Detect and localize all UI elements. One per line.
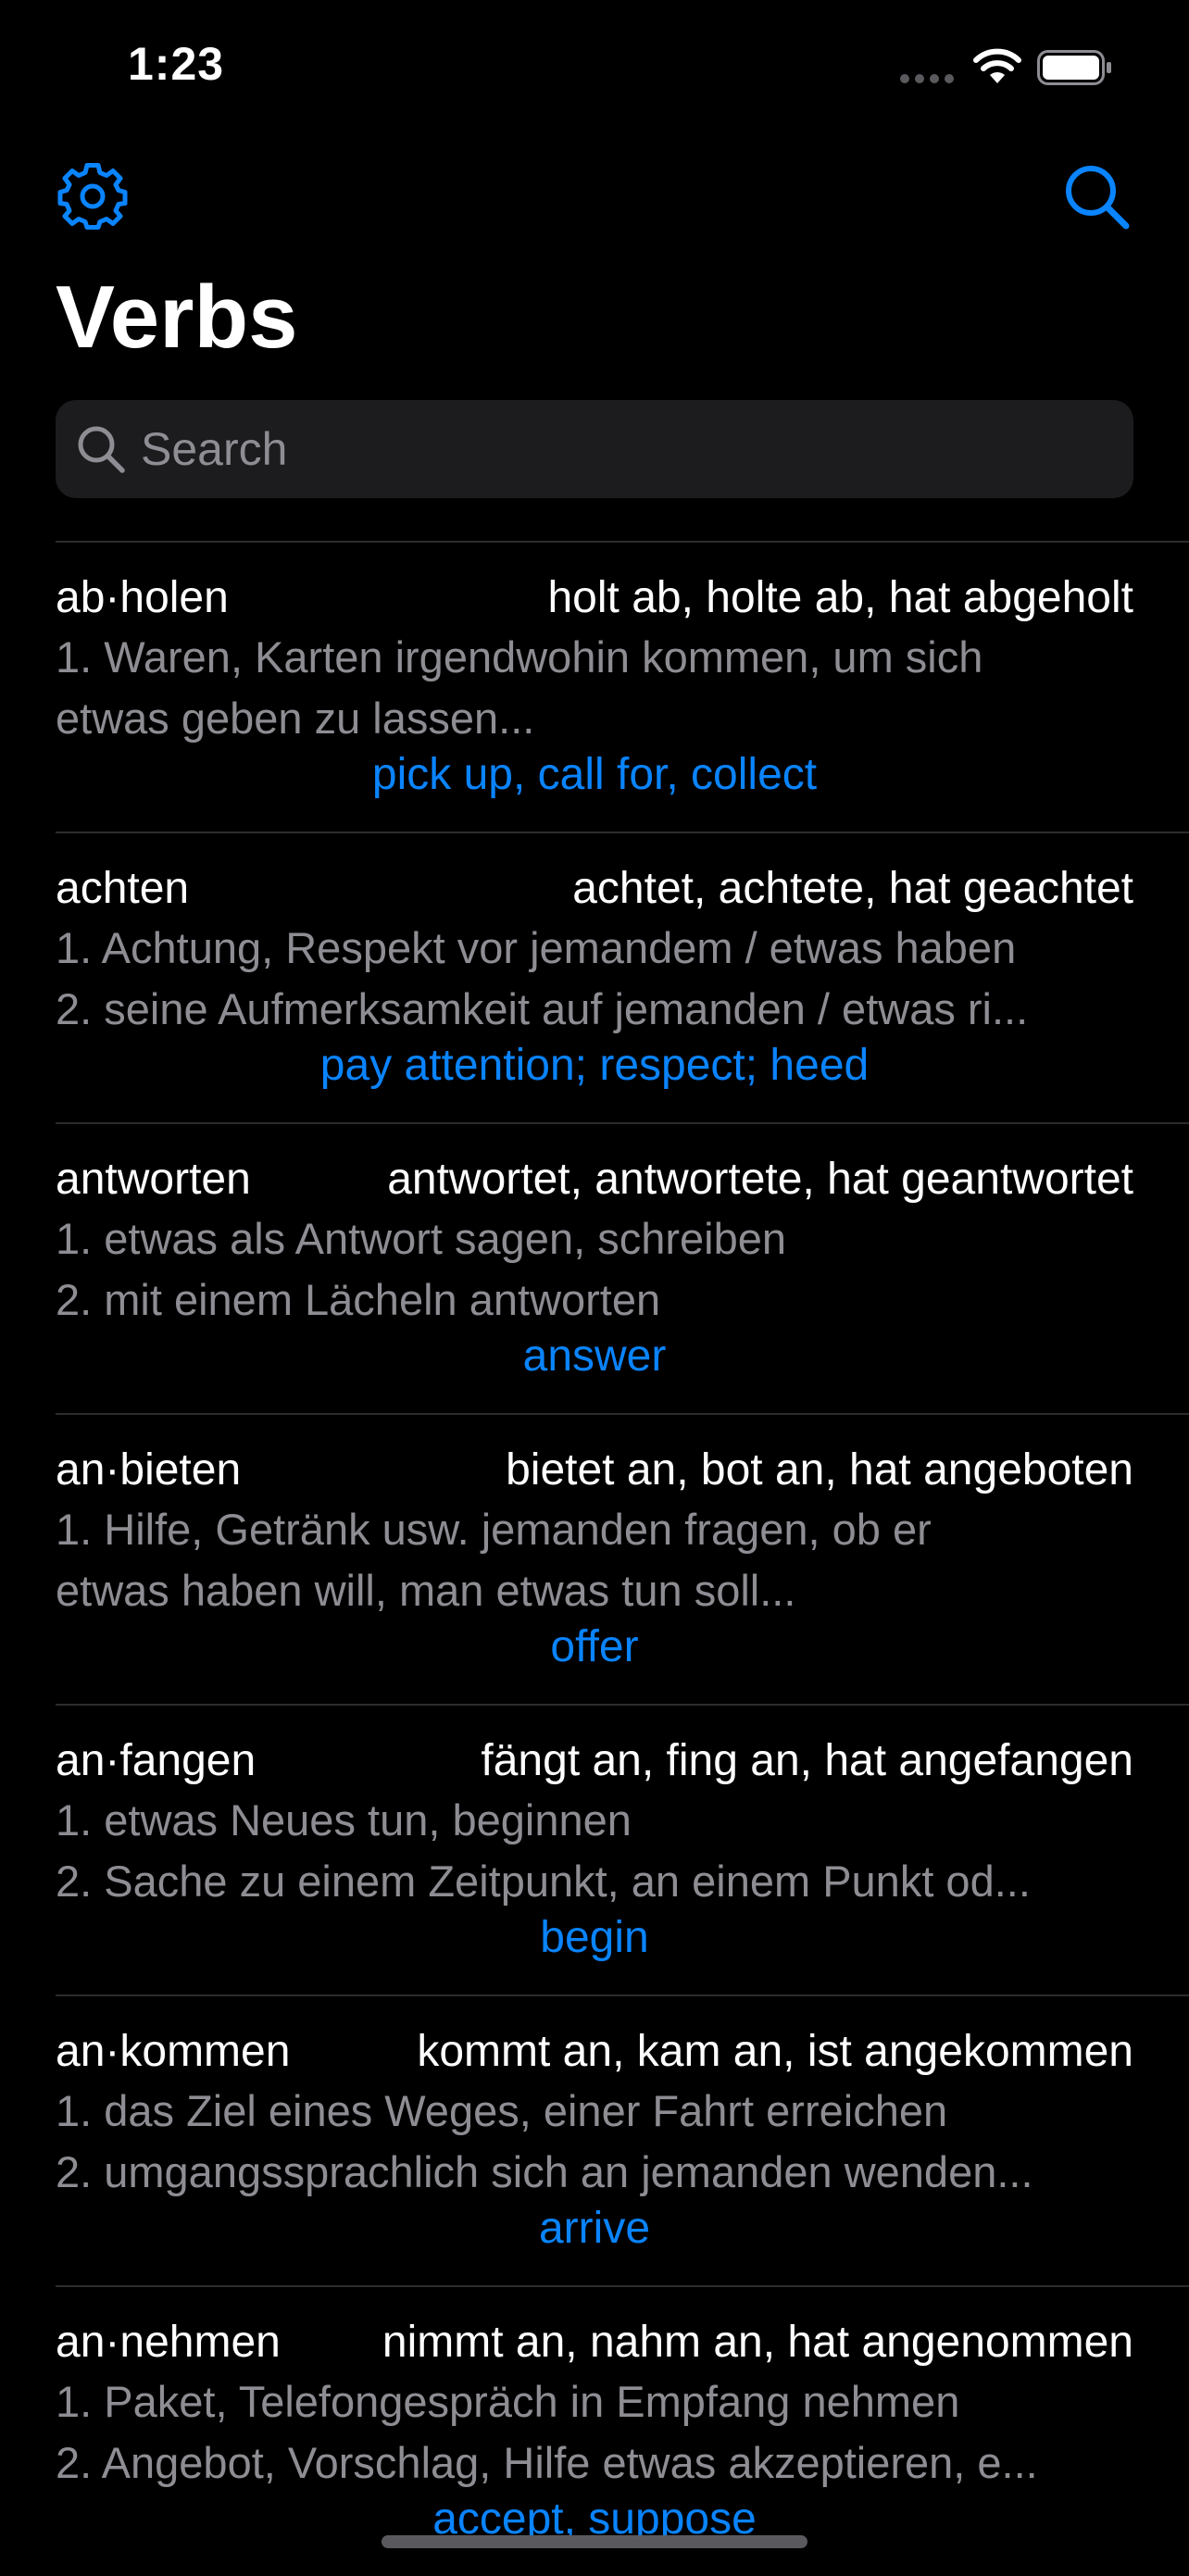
wifi-icon [973,48,1021,83]
verb-header: an·nehmen nimmt an, nahm an, hat angenom… [56,2315,1133,2370]
verb-row[interactable]: an·kommen kommt an, kam an, ist angekomm… [56,1995,1189,2285]
verb-word: an·fangen [56,1736,257,1785]
search-field[interactable] [56,400,1133,498]
battery-icon [1037,50,1111,85]
verb-translation: offer [550,1622,639,1671]
verb-translation: pick up, call for, collect [371,750,818,799]
magnifier-icon [78,426,125,473]
verb-definition-line-2: etwas geben zu lassen... [56,694,535,743]
cellular-signal-icon [900,74,956,83]
verb-row[interactable]: antworten antwortet, antwortete, hat gea… [56,1122,1189,1413]
verb-word: ab·holen [56,573,229,622]
verb-header: an·fangen fängt an, fing an, hat angefan… [56,1733,1133,1789]
search-input[interactable] [141,400,1113,498]
verb-definition-line-2: 2. umgangssprachlich sich an jemanden we… [56,2147,1033,2196]
verb-word: achten [56,864,190,913]
verb-header: ab·holen holt ab, holte ab, hat abgeholt [56,570,1133,626]
home-indicator[interactable] [382,2535,807,2548]
verb-word: an·bieten [56,1445,242,1494]
verb-definition-line-2: 2. mit einem Lächeln antworten [56,1275,661,1324]
verb-forms: kommt an, kam an, ist angekommen [417,2027,1133,2076]
verb-row[interactable]: achten achtet, achtete, hat geachtet 1. … [56,832,1189,1122]
verb-definition-line-1: 1. Waren, Karten irgendwohin kommen, um … [56,632,983,682]
verb-header: an·kommen kommt an, kam an, ist angekomm… [56,2024,1133,2080]
verb-row[interactable]: an·bieten bietet an, bot an, hat angebot… [56,1413,1189,1704]
verb-definition-line-2: 2. Angebot, Vorschlag, Hilfe etwas akzep… [56,2438,1038,2487]
verb-forms: antwortet, antwortete, hat geantwortet [387,1155,1133,1204]
gear-icon[interactable] [54,157,131,235]
verb-definition-line-2: etwas haben will, man etwas tun soll... [56,1566,796,1615]
verb-definition-line-1: 1. etwas als Antwort sagen, schreiben [56,1214,786,1263]
status-time: 1:23 [128,38,225,90]
verb-forms: holt ab, holte ab, hat abgeholt [547,573,1133,622]
page-title: Verbs [56,268,298,367]
search-icon[interactable] [1058,157,1135,235]
verb-definition-line-1: 1. Paket, Telefongespräch in Empfang neh… [56,2377,960,2426]
verb-word: an·nehmen [56,2318,281,2367]
verb-header: an·bieten bietet an, bot an, hat angebot… [56,1443,1133,1498]
verb-definition-line-1: 1. Achtung, Respekt vor jemandem / etwas… [56,923,1017,972]
verb-definition-line-1: 1. Hilfe, Getränk usw. jemanden fragen, … [56,1505,932,1554]
verb-row[interactable]: an·nehmen nimmt an, nahm an, hat angenom… [56,2285,1189,2576]
verb-row[interactable]: an·fangen fängt an, fing an, hat angefan… [56,1704,1189,1995]
verb-definition-line-1: 1. etwas Neues tun, beginnen [56,1795,632,1844]
verb-word: antworten [56,1155,251,1204]
verb-translation: answer [522,1332,667,1381]
verb-definition-line-2: 2. seine Aufmerksamkeit auf jemanden / e… [56,984,1029,1033]
verb-word: an·kommen [56,2027,291,2076]
navigation-bar [0,130,1189,259]
verb-header: antworten antwortet, antwortete, hat gea… [56,1152,1133,1207]
verb-header: achten achtet, achtete, hat geachtet [56,861,1133,917]
verb-translation: begin [540,1913,649,1962]
verb-row[interactable]: ab·holen holt ab, holte ab, hat abgeholt… [56,541,1189,832]
verb-list: ab·holen holt ab, holte ab, hat abgeholt… [0,541,1189,2576]
verb-definition-line-2: 2. Sache zu einem Zeitpunkt, an einem Pu… [56,1857,1031,1906]
verb-forms: fängt an, fing an, hat angefangen [481,1736,1133,1785]
verb-translation: arrive [538,2204,651,2253]
verb-forms: achtet, achtete, hat geachtet [572,864,1133,913]
verb-forms: bietet an, bot an, hat angeboten [506,1445,1133,1494]
verb-forms: nimmt an, nahm an, hat angenommen [382,2318,1133,2367]
verb-translation: pay attention; respect; heed [319,1041,870,1090]
status-bar: 1:23 [0,0,1189,130]
verb-definition-line-1: 1. das Ziel eines Weges, einer Fahrt err… [56,2086,948,2135]
